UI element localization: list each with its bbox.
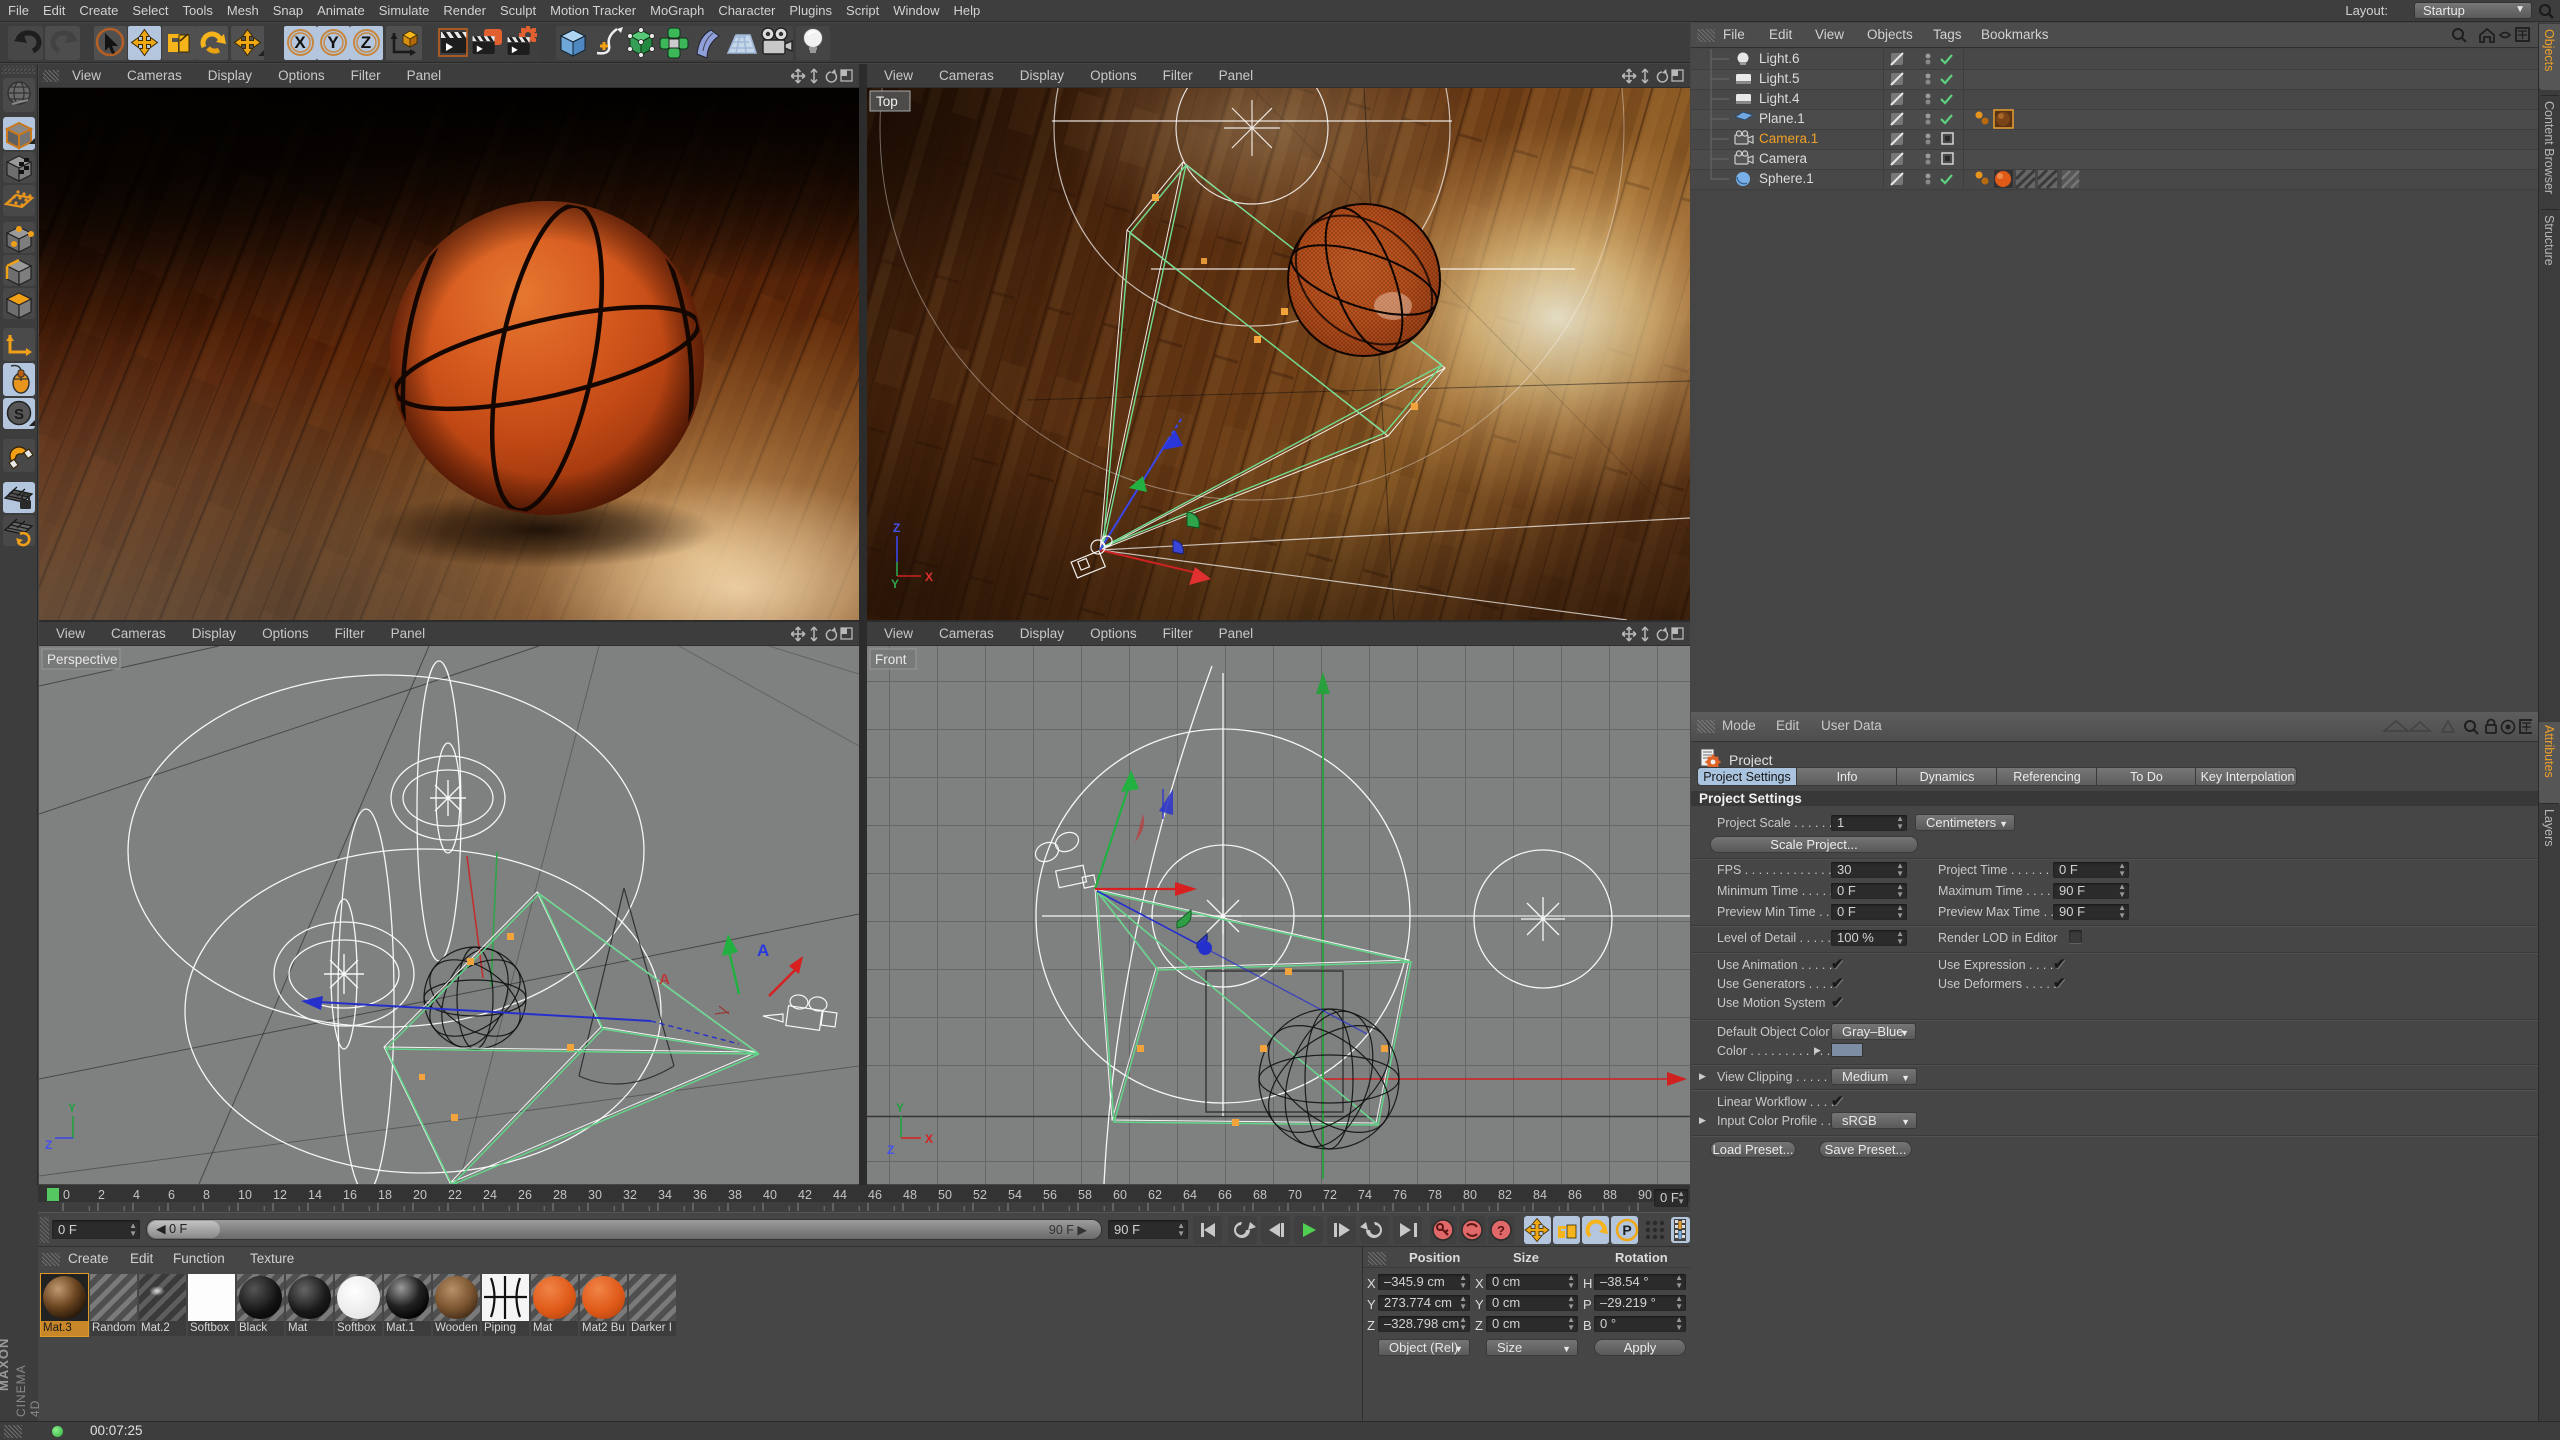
svg-text:30: 30 — [588, 1188, 602, 1202]
svg-text:32: 32 — [623, 1188, 637, 1202]
svg-text:Z: Z — [893, 521, 900, 535]
svg-text:34: 34 — [658, 1188, 672, 1202]
svg-text:14: 14 — [308, 1188, 322, 1202]
svg-text:12: 12 — [273, 1188, 287, 1202]
svg-text:Light.4: Light.4 — [1759, 91, 1800, 106]
svg-text:74: 74 — [1358, 1188, 1372, 1202]
svg-text:Camera: Camera — [1759, 151, 1808, 166]
svg-text:Y: Y — [891, 577, 899, 591]
svg-text:Light.5: Light.5 — [1759, 71, 1800, 86]
svg-text:A: A — [659, 971, 670, 988]
svg-text:60: 60 — [1113, 1188, 1127, 1202]
svg-text:Sphere.1: Sphere.1 — [1759, 171, 1814, 186]
svg-text:38: 38 — [728, 1188, 742, 1202]
svg-text:88: 88 — [1603, 1188, 1617, 1202]
svg-text:Camera.1: Camera.1 — [1759, 131, 1818, 146]
svg-text:18: 18 — [378, 1188, 392, 1202]
svg-text:10: 10 — [238, 1188, 252, 1202]
svg-text:26: 26 — [518, 1188, 532, 1202]
svg-text:Light.6: Light.6 — [1759, 51, 1800, 66]
svg-text:56: 56 — [1043, 1188, 1057, 1202]
svg-text:28: 28 — [553, 1188, 567, 1202]
svg-text:42: 42 — [798, 1188, 812, 1202]
svg-text:16: 16 — [343, 1188, 357, 1202]
svg-text:22: 22 — [448, 1188, 462, 1202]
svg-text:58: 58 — [1078, 1188, 1092, 1202]
svg-text:46: 46 — [868, 1188, 882, 1202]
svg-text:Y: Y — [68, 1101, 76, 1115]
svg-text:54: 54 — [1008, 1188, 1022, 1202]
svg-text:?: ? — [1497, 1223, 1505, 1238]
svg-text:68: 68 — [1253, 1188, 1267, 1202]
svg-text:90: 90 — [1638, 1188, 1652, 1202]
svg-text:X: X — [294, 33, 306, 52]
svg-text:Y: Y — [327, 33, 339, 52]
svg-text:84: 84 — [1533, 1188, 1547, 1202]
svg-text:Z: Z — [361, 33, 371, 52]
svg-text:S: S — [14, 406, 24, 423]
svg-text:Front: Front — [875, 652, 907, 667]
svg-text:82: 82 — [1498, 1188, 1512, 1202]
svg-text:80: 80 — [1463, 1188, 1477, 1202]
svg-text:50: 50 — [938, 1188, 952, 1202]
svg-text:Z: Z — [45, 1138, 52, 1152]
svg-text:P: P — [1622, 1222, 1631, 1238]
svg-text:86: 86 — [1568, 1188, 1582, 1202]
svg-text:Top: Top — [876, 94, 898, 109]
svg-text:X: X — [925, 1132, 933, 1146]
svg-text:24: 24 — [483, 1188, 497, 1202]
svg-text:8: 8 — [203, 1188, 210, 1202]
svg-text:Z: Z — [887, 1143, 894, 1157]
svg-text:78: 78 — [1428, 1188, 1442, 1202]
svg-text:72: 72 — [1323, 1188, 1337, 1202]
svg-text:4: 4 — [133, 1188, 140, 1202]
svg-text:40: 40 — [763, 1188, 777, 1202]
svg-text:20: 20 — [413, 1188, 427, 1202]
svg-text:Y: Y — [896, 1101, 904, 1115]
svg-text:0: 0 — [63, 1188, 70, 1202]
svg-text:76: 76 — [1393, 1188, 1407, 1202]
svg-text:X: X — [925, 570, 933, 584]
svg-text:48: 48 — [903, 1188, 917, 1202]
svg-text:Plane.1: Plane.1 — [1759, 111, 1805, 126]
svg-text:36: 36 — [693, 1188, 707, 1202]
svg-text:66: 66 — [1218, 1188, 1232, 1202]
svg-text:64: 64 — [1183, 1188, 1197, 1202]
svg-text:70: 70 — [1288, 1188, 1302, 1202]
svg-text:52: 52 — [973, 1188, 987, 1202]
svg-text:Perspective: Perspective — [47, 652, 118, 667]
svg-text:A: A — [757, 941, 769, 960]
svg-text:44: 44 — [833, 1188, 847, 1202]
svg-text:62: 62 — [1148, 1188, 1162, 1202]
svg-text:6: 6 — [168, 1188, 175, 1202]
svg-text:2: 2 — [98, 1188, 105, 1202]
